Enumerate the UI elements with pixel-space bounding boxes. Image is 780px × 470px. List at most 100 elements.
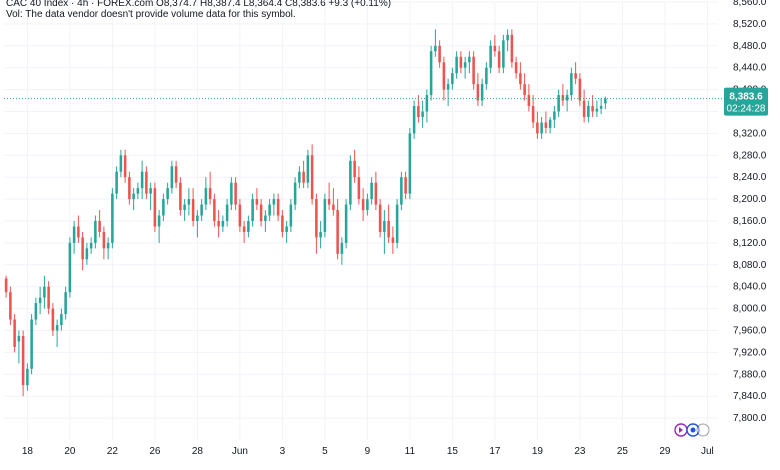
candle-up[interactable]	[323, 193, 327, 238]
candle-down[interactable]	[361, 188, 365, 221]
candle-up[interactable]	[183, 199, 186, 221]
candle-down[interactable]	[238, 199, 242, 232]
candle-up[interactable]	[166, 182, 169, 205]
candle-up[interactable]	[293, 177, 297, 211]
candle-down[interactable]	[327, 182, 331, 211]
candle-up[interactable]	[408, 127, 412, 200]
candle-down[interactable]	[153, 182, 157, 232]
candle-down[interactable]	[336, 199, 339, 260]
candle-down[interactable]	[242, 221, 246, 243]
candle-down[interactable]	[123, 149, 127, 183]
candle-up[interactable]	[106, 237, 110, 260]
candle-up[interactable]	[289, 199, 293, 232]
candle-up[interactable]	[366, 193, 369, 216]
candle-down[interactable]	[21, 330, 25, 397]
candle-up[interactable]	[94, 215, 97, 249]
candle-down[interactable]	[519, 62, 522, 90]
candle-up[interactable]	[463, 56, 467, 79]
candle-down[interactable]	[459, 51, 463, 74]
tradingview-logo-icon[interactable]	[674, 423, 710, 437]
candle-up[interactable]	[455, 51, 458, 79]
candles[interactable]	[4, 29, 607, 397]
candle-up[interactable]	[204, 177, 208, 211]
candle-down[interactable]	[438, 40, 441, 68]
candle-up[interactable]	[132, 188, 135, 211]
candle-up[interactable]	[38, 286, 42, 315]
candle-down[interactable]	[582, 89, 586, 123]
candle-down[interactable]	[442, 56, 446, 101]
candle-up[interactable]	[506, 29, 509, 52]
candle-down[interactable]	[387, 204, 390, 243]
candle-down[interactable]	[578, 73, 582, 107]
candle-up[interactable]	[225, 199, 229, 227]
candle-down[interactable]	[281, 210, 284, 238]
candle-down[interactable]	[9, 286, 12, 326]
candle-up[interactable]	[85, 242, 89, 265]
candle-down[interactable]	[259, 199, 263, 227]
candle-down[interactable]	[145, 166, 148, 200]
candle-down[interactable]	[13, 314, 16, 353]
candle-up[interactable]	[548, 116, 552, 134]
candle-up[interactable]	[340, 237, 344, 265]
candle-up[interactable]	[187, 188, 191, 216]
candle-up[interactable]	[587, 100, 590, 123]
candle-up[interactable]	[451, 67, 454, 90]
price-axis[interactable]: 7,800.0 7,840.0 7,880.0 7,920.0 7,960.0 8,000…	[733, 0, 767, 424]
candle-up[interactable]	[395, 199, 399, 249]
candle-up[interactable]	[55, 319, 59, 347]
candle-down[interactable]	[527, 84, 531, 112]
candle-down[interactable]	[561, 84, 565, 107]
candle-up[interactable]	[162, 193, 165, 221]
candle-up[interactable]	[30, 314, 33, 375]
candle-up[interactable]	[429, 45, 433, 101]
candle-up[interactable]	[485, 62, 488, 90]
candle-up[interactable]	[306, 149, 310, 189]
candle-up[interactable]	[115, 166, 118, 200]
candle-up[interactable]	[344, 199, 348, 249]
candle-up[interactable]	[221, 215, 225, 232]
candle-up[interactable]	[557, 89, 560, 117]
candle-up[interactable]	[149, 182, 152, 211]
candle-down[interactable]	[191, 188, 195, 227]
candle-up[interactable]	[553, 106, 556, 128]
candle-down[interactable]	[213, 193, 216, 227]
candle-down[interactable]	[47, 281, 50, 315]
candle-down[interactable]	[497, 45, 501, 74]
candle-down[interactable]	[531, 95, 535, 128]
candle-up[interactable]	[595, 100, 599, 117]
candle-up[interactable]	[425, 89, 429, 123]
candle-down[interactable]	[102, 226, 106, 260]
candle-up[interactable]	[565, 89, 569, 112]
candle-up[interactable]	[434, 29, 437, 57]
candle-up[interactable]	[272, 193, 276, 216]
candle-down[interactable]	[417, 95, 420, 123]
candle-up[interactable]	[370, 177, 373, 205]
candle-down[interactable]	[302, 160, 305, 189]
candle-down[interactable]	[51, 303, 55, 336]
time-axis[interactable]: 18 20 22 26 28 Jun 3 5 9 11 15 17 19 23 25 29 Jul	[22, 446, 714, 457]
candle-up[interactable]	[119, 149, 123, 178]
candle-up[interactable]	[64, 286, 67, 320]
candle-down[interactable]	[255, 188, 259, 211]
candle-up[interactable]	[34, 297, 38, 326]
candle-up[interactable]	[17, 330, 21, 364]
candle-up[interactable]	[111, 188, 114, 249]
candle-up[interactable]	[247, 215, 250, 238]
candle-up[interactable]	[412, 100, 416, 139]
candle-down[interactable]	[493, 34, 497, 57]
candle-up[interactable]	[196, 210, 199, 238]
candle-down[interactable]	[514, 56, 518, 79]
candle-down[interactable]	[310, 144, 314, 205]
candle-down[interactable]	[98, 210, 101, 238]
candle-down[interactable]	[128, 171, 131, 205]
candle-up[interactable]	[421, 100, 424, 128]
candle-down[interactable]	[404, 171, 407, 200]
candle-up[interactable]	[400, 171, 403, 211]
candle-up[interactable]	[319, 221, 322, 249]
candle-down[interactable]	[208, 171, 212, 205]
candle-down[interactable]	[217, 210, 220, 238]
candle-down[interactable]	[510, 29, 514, 68]
candle-down[interactable]	[378, 199, 382, 238]
candle-up[interactable]	[60, 308, 63, 331]
candle-down[interactable]	[476, 73, 480, 107]
